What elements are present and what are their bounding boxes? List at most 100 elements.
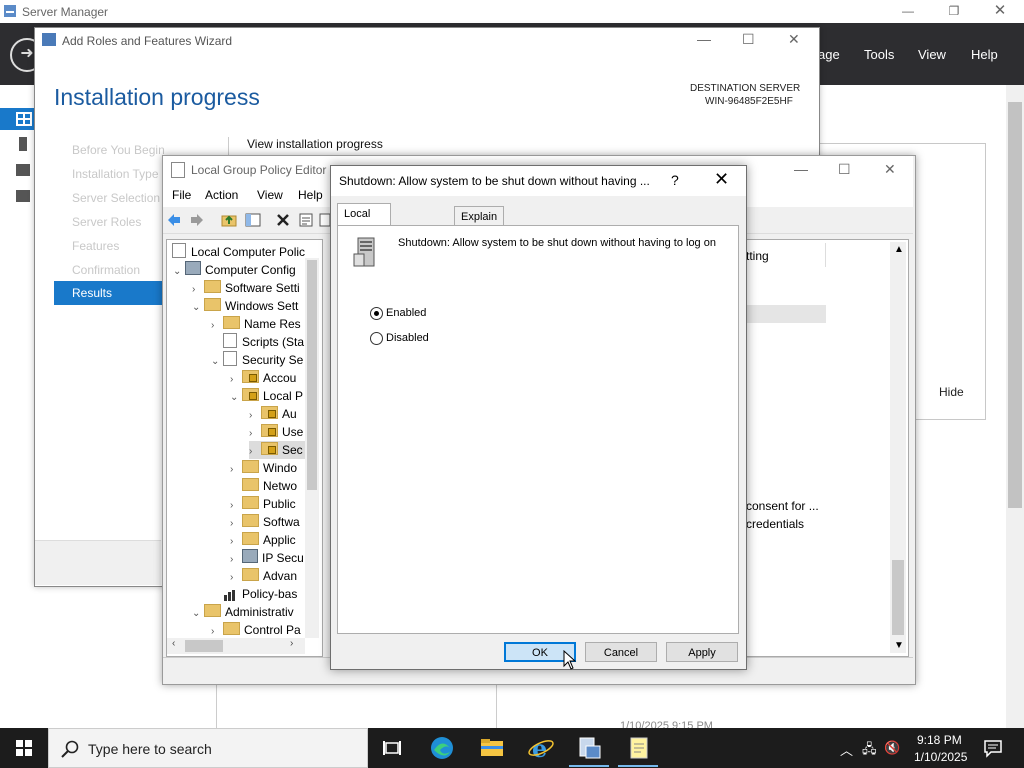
- clock-time[interactable]: 9:18 PM: [917, 733, 962, 747]
- tree-item-control-panel[interactable]: › Control Pa: [211, 621, 301, 639]
- tree-scroll-thumb[interactable]: [307, 260, 317, 490]
- menu-action[interactable]: Action: [205, 188, 238, 202]
- locked-folder-icon: [261, 442, 278, 455]
- list-row-selected[interactable]: [746, 305, 826, 323]
- chevron-up-icon[interactable]: ︿: [840, 740, 853, 759]
- close-icon[interactable]: ✕: [788, 31, 800, 48]
- volume-muted-icon[interactable]: 🔇: [884, 740, 900, 756]
- search-placeholder: Type here to search: [88, 741, 212, 757]
- tree-item-label: Softwa: [263, 515, 300, 529]
- sidebar-item-dashboard[interactable]: [0, 108, 34, 130]
- menu-file[interactable]: File: [172, 188, 191, 202]
- restore-icon[interactable]: ❐: [931, 0, 977, 23]
- network-icon[interactable]: 🖧: [862, 740, 877, 762]
- menu-help[interactable]: Help: [298, 188, 323, 202]
- tree-item-scripts[interactable]: Scripts (Sta: [211, 333, 304, 351]
- help-icon[interactable]: ?: [671, 172, 679, 188]
- up-folder-icon[interactable]: [221, 212, 237, 228]
- tree-item-windows-firewall[interactable]: › Windo: [230, 459, 297, 477]
- chevron-down-icon[interactable]: ⌄: [211, 353, 223, 371]
- menu-view[interactable]: View: [918, 47, 946, 62]
- tree-item-administrative-templates[interactable]: ⌄ Administrativ: [192, 603, 294, 621]
- close-icon[interactable]: ✕: [977, 0, 1023, 23]
- tree-item-name-resolution[interactable]: › Name Res: [211, 315, 301, 333]
- forward-arrow-icon[interactable]: [189, 212, 205, 228]
- hide-link[interactable]: Hide: [939, 385, 964, 399]
- menu-help[interactable]: Help: [971, 47, 998, 62]
- scroll-up-icon[interactable]: ▲: [894, 244, 904, 255]
- wizard-step[interactable]: Confirmation: [72, 263, 140, 277]
- file-services-icon[interactable]: [16, 190, 30, 202]
- server-manager-taskbar-icon[interactable]: [576, 734, 604, 762]
- disabled-radio-label[interactable]: Disabled: [386, 332, 429, 344]
- tree-item-label: Applic: [263, 533, 296, 547]
- notepad-icon[interactable]: [625, 734, 653, 762]
- tree-item-software-restriction[interactable]: › Softwa: [230, 513, 300, 531]
- gpe-policy-list[interactable]: [745, 239, 909, 657]
- chevron-down-icon[interactable]: ⌄: [192, 299, 204, 317]
- delete-icon[interactable]: [275, 212, 291, 228]
- chevron-down-icon[interactable]: ⌄: [173, 263, 185, 281]
- tree-item-public-key[interactable]: › Public: [230, 495, 296, 513]
- chevron-down-icon[interactable]: ⌄: [192, 605, 204, 623]
- enabled-radio[interactable]: [370, 307, 383, 320]
- tree-item-local-computer-policy[interactable]: Local Computer Polic: [172, 243, 305, 261]
- enabled-radio-label[interactable]: Enabled: [386, 307, 426, 319]
- tree-item-user-rights[interactable]: › Use: [249, 423, 303, 441]
- menu-manage[interactable]: age: [818, 47, 840, 62]
- internet-explorer-icon[interactable]: e: [527, 734, 555, 762]
- server-manager-scroll-thumb[interactable]: [1008, 102, 1022, 508]
- list-scroll-thumb[interactable]: [892, 560, 904, 635]
- wizard-step[interactable]: Installation Type: [72, 167, 159, 181]
- tab-explain[interactable]: Explain: [454, 206, 505, 225]
- file-explorer-icon[interactable]: [478, 734, 506, 762]
- local-server-icon[interactable]: [19, 137, 27, 151]
- tree-item-windows-settings[interactable]: ⌄ Windows Sett: [192, 297, 298, 315]
- close-icon[interactable]: ✕: [714, 169, 729, 190]
- maximize-icon[interactable]: ☐: [838, 161, 851, 178]
- tree-item-software-settings[interactable]: › Software Setti: [192, 279, 300, 297]
- list-row[interactable]: credentials: [746, 517, 804, 531]
- wizard-step[interactable]: Server Selection: [72, 191, 160, 205]
- menu-view[interactable]: View: [257, 188, 283, 202]
- start-button[interactable]: [0, 728, 48, 768]
- list-row[interactable]: consent for ...: [746, 499, 819, 513]
- apply-button[interactable]: Apply: [666, 642, 738, 662]
- tree-item-policy-based-qos[interactable]: Policy-bas: [211, 585, 297, 603]
- tree-item-ip-security[interactable]: › IP Secu: [230, 549, 304, 567]
- edge-browser-icon[interactable]: [428, 734, 456, 762]
- wizard-step[interactable]: Before You Begin: [72, 143, 165, 157]
- back-arrow-icon[interactable]: [166, 212, 182, 228]
- wizard-step[interactable]: Features: [72, 239, 119, 253]
- task-view-icon[interactable]: [378, 734, 406, 762]
- minimize-icon[interactable]: —: [794, 161, 808, 177]
- scroll-down-icon[interactable]: ▼: [894, 640, 904, 651]
- notifications-icon[interactable]: [983, 738, 1003, 758]
- minimize-icon[interactable]: —: [885, 0, 931, 23]
- wizard-step[interactable]: Server Roles: [72, 215, 141, 229]
- disabled-radio[interactable]: [370, 332, 383, 345]
- tree-item-application-control[interactable]: › Applic: [230, 531, 296, 549]
- all-servers-icon[interactable]: [16, 164, 30, 176]
- properties-icon[interactable]: [298, 212, 314, 228]
- maximize-icon[interactable]: ☐: [742, 31, 755, 48]
- chevron-down-icon[interactable]: ⌄: [230, 389, 242, 407]
- minimize-icon[interactable]: —: [697, 31, 711, 47]
- clock-date[interactable]: 1/10/2025: [914, 750, 967, 764]
- tree-item-account-policies[interactable]: › Accou: [230, 369, 296, 387]
- cancel-button[interactable]: Cancel: [585, 642, 657, 662]
- show-hide-tree-icon[interactable]: [245, 212, 261, 228]
- tree-item-local-policies[interactable]: ⌄ Local P: [230, 387, 303, 405]
- tree-item-security-settings[interactable]: ⌄ Security Se: [211, 351, 303, 369]
- close-icon[interactable]: ✕: [884, 161, 896, 178]
- tree-hscroll-thumb[interactable]: [185, 640, 223, 652]
- scroll-left-icon[interactable]: ‹: [172, 638, 175, 649]
- tree-item-security-options[interactable]: › Sec: [249, 441, 307, 459]
- scroll-right-icon[interactable]: ›: [290, 638, 293, 649]
- tree-item-advanced-audit[interactable]: › Advan: [230, 567, 297, 585]
- tree-item-computer-configuration[interactable]: ⌄ Computer Config: [173, 261, 296, 279]
- menu-tools[interactable]: Tools: [864, 47, 894, 62]
- tree-item-network-list[interactable]: Netwo: [230, 477, 297, 495]
- tab-local-security-setting[interactable]: Local Security Setting: [337, 203, 391, 260]
- tree-item-audit-policy[interactable]: › Au: [249, 405, 297, 423]
